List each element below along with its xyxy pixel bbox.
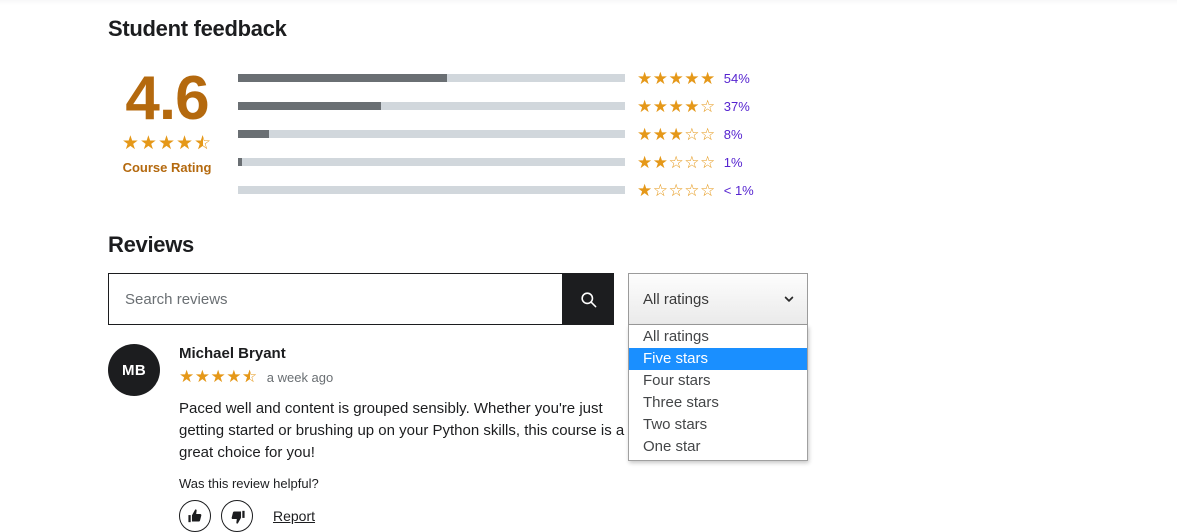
rating-row-percent[interactable]: 37% <box>724 99 750 114</box>
star-full: ★ <box>157 133 177 154</box>
rating-row-stars: ★★★☆☆ <box>637 126 716 143</box>
chevron-down-icon <box>784 296 794 302</box>
review-item: MB Michael Bryant ★★★★☆★ a week ago Pace… <box>108 344 668 532</box>
avatar: MB <box>108 344 160 396</box>
star-empty: ☆ <box>700 180 716 200</box>
helpful-actions: Report <box>179 500 668 532</box>
rating-row-percent[interactable]: < 1% <box>724 183 754 198</box>
rating-bar-track <box>238 130 625 138</box>
star-empty: ☆ <box>668 152 685 172</box>
review-search <box>108 273 614 325</box>
rating-distribution-row[interactable]: ★★☆☆☆ 1% <box>238 148 798 176</box>
rating-bar-fill <box>238 130 269 138</box>
review-text: Paced well and content is grouped sensib… <box>179 400 625 461</box>
star-full: ★ <box>637 180 653 200</box>
rating-distribution-row[interactable]: ★☆☆☆☆ < 1% <box>238 176 798 204</box>
rating-bar-fill <box>238 158 242 166</box>
search-submit-button[interactable] <box>562 273 614 325</box>
thumbs-up-icon <box>187 508 201 522</box>
rating-bar-fill <box>238 102 382 110</box>
course-reviews-page: Student feedback 4.6 ★★★★☆★ Course Ratin… <box>0 0 1177 532</box>
star-full: ★ <box>176 133 195 154</box>
rating-bar-track <box>238 158 625 166</box>
rating-row-stars: ★☆☆☆☆ <box>637 182 716 199</box>
review-content: Michael Bryant ★★★★☆★ a week ago Paced w… <box>179 344 668 532</box>
star-full: ★ <box>684 96 700 116</box>
star-full: ★ <box>121 133 140 154</box>
rating-filter-selected-label: All ratings <box>643 290 709 308</box>
star-empty: ☆ <box>652 180 669 200</box>
review-timestamp: a week ago <box>266 369 334 385</box>
search-icon <box>580 291 596 307</box>
star-empty: ☆ <box>684 124 700 144</box>
star-empty: ☆ <box>668 180 685 200</box>
thumbs-down-icon <box>231 510 245 524</box>
rating-distribution-row[interactable]: ★★★★☆ 37% <box>238 92 798 120</box>
star-full: ★ <box>652 68 669 88</box>
star-empty: ☆ <box>684 152 700 172</box>
star-full: ★ <box>226 367 242 386</box>
star-full: ★ <box>637 68 653 88</box>
search-reviews-input[interactable] <box>108 273 562 325</box>
star-full: ★ <box>194 367 211 386</box>
rating-row-stars: ★★☆☆☆ <box>637 154 716 171</box>
star-empty: ☆ <box>684 180 700 200</box>
star-full: ★ <box>684 68 700 88</box>
rating-bar-track <box>238 74 625 82</box>
star-empty: ☆ <box>700 152 716 172</box>
review-meta: ★★★★☆★ a week ago <box>179 368 668 386</box>
rating-distribution: ★★★★★ 54% ★★★★☆ 37% ★★★☆☆ 8% ★★☆☆☆ 1% ★☆☆☆☆ < 1% <box>238 64 798 204</box>
star-full: ★ <box>637 124 653 144</box>
star-empty: ☆ <box>700 96 716 116</box>
rating-row-stars: ★★★★☆ <box>637 98 716 115</box>
rating-distribution-row[interactable]: ★★★☆☆ 8% <box>238 120 798 148</box>
rating-bar-track <box>238 102 625 110</box>
reviewer-name: Michael Bryant <box>179 345 286 362</box>
average-rating-value: 4.6 <box>125 64 209 133</box>
rating-row-percent[interactable]: 54% <box>724 71 750 86</box>
star-half: ☆★ <box>242 367 258 386</box>
student-feedback-title: Student feedback <box>108 16 287 41</box>
rating-distribution-row[interactable]: ★★★★★ 54% <box>238 64 798 92</box>
report-link[interactable]: Report <box>273 508 315 524</box>
rating-bar-track <box>238 186 625 194</box>
star-full: ★ <box>652 124 669 144</box>
average-rating-stars: ★★★★☆★ <box>108 134 226 154</box>
helpful-question: Was this review helpful? <box>179 476 319 491</box>
star-full: ★ <box>700 68 716 88</box>
rating-row-percent[interactable]: 8% <box>724 127 743 142</box>
star-full: ★ <box>637 96 653 116</box>
rating-row-stars: ★★★★★ <box>637 70 716 87</box>
review-stars: ★★★★☆★ <box>179 368 258 386</box>
star-full: ★ <box>210 367 227 386</box>
star-empty: ☆ <box>700 124 716 144</box>
star-full: ★ <box>668 124 685 144</box>
star-full: ★ <box>652 96 669 116</box>
star-full: ★ <box>668 68 685 88</box>
star-full: ★ <box>179 367 195 386</box>
rating-filter-button[interactable]: All ratings <box>628 273 808 325</box>
thumbs-down-button[interactable] <box>221 500 253 532</box>
star-full: ★ <box>668 96 685 116</box>
star-full: ★ <box>652 152 669 172</box>
star-full: ★ <box>139 133 158 154</box>
aggregate-rating: 4.6 ★★★★☆★ Course Rating <box>108 64 226 176</box>
thumbs-up-button[interactable] <box>179 500 211 532</box>
reviews-title: Reviews <box>108 232 194 257</box>
star-full: ★ <box>637 152 653 172</box>
course-rating-label: Course Rating <box>122 160 212 175</box>
rating-row-percent[interactable]: 1% <box>724 155 743 170</box>
star-half: ☆★ <box>194 133 213 154</box>
rating-bar-fill <box>238 74 447 82</box>
